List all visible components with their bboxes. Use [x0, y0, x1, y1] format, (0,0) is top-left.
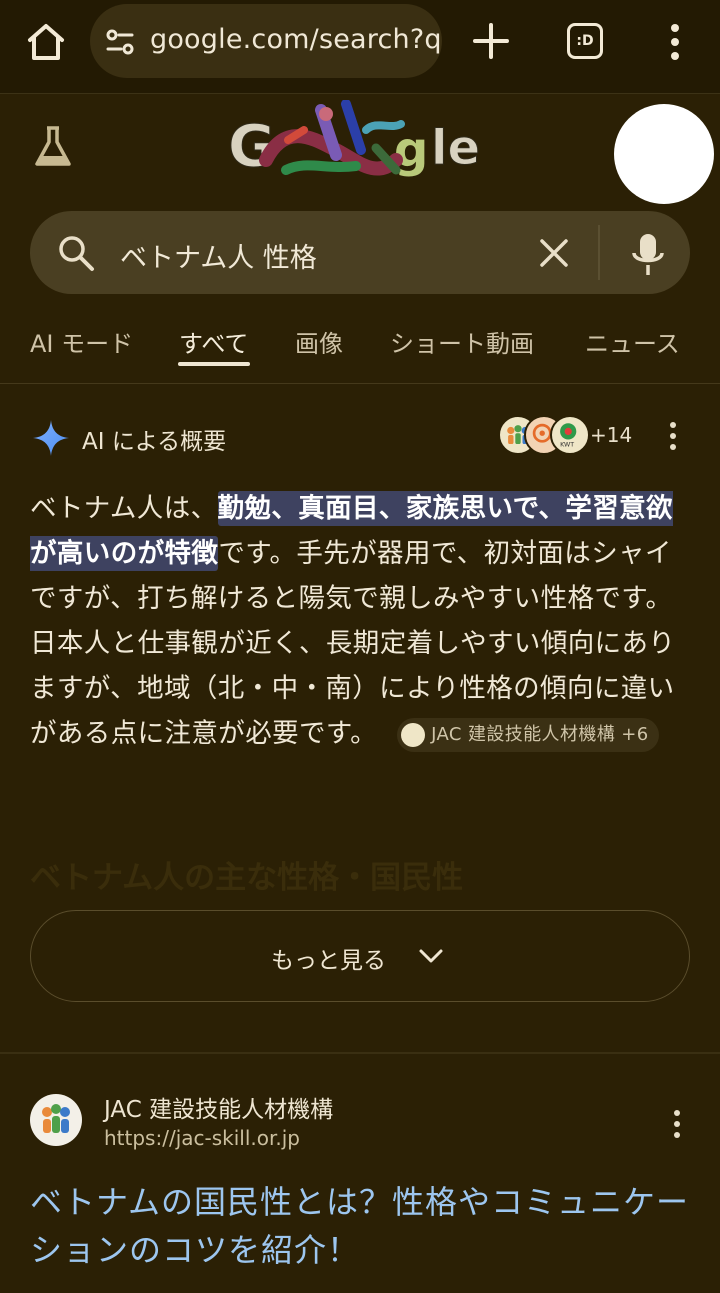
sources-count[interactable]: +14	[590, 423, 632, 447]
search-box[interactable]: ベトナム人 性格	[30, 211, 690, 294]
svg-text:KWT: KWT	[560, 442, 574, 449]
microphone-icon[interactable]	[628, 231, 668, 279]
section-divider	[0, 1052, 720, 1054]
browser-menu-icon[interactable]	[663, 20, 687, 64]
site-settings-icon[interactable]	[104, 26, 136, 58]
citation-chip[interactable]: JAC 建設技能人材機構 +6	[397, 717, 659, 752]
svg-text:le: le	[431, 120, 480, 176]
search-divider	[598, 225, 600, 280]
ai-sparkle-icon	[33, 420, 69, 456]
citation-label: JAC 建設技能人材機構 +6	[431, 723, 649, 745]
clear-icon[interactable]	[536, 235, 572, 271]
source-icon: KWT	[550, 415, 590, 455]
ai-overview-title: AI による概要	[82, 429, 227, 455]
tab-all[interactable]: すべて	[179, 324, 248, 359]
tab-switcher-button[interactable]: :D	[567, 23, 603, 59]
result-url[interactable]: https://jac-skill.or.jp	[104, 1126, 300, 1150]
browser-toolbar: google.com/search?q :D	[0, 0, 720, 94]
result-site-name[interactable]: JAC 建設技能人材機構	[104, 1090, 333, 1124]
more-options-icon[interactable]	[664, 420, 682, 452]
show-more-label: もっと見る	[271, 948, 386, 974]
google-doodle-logo[interactable]: G le g	[226, 100, 496, 184]
citation-source-icon	[401, 722, 426, 747]
tab-images[interactable]: 画像	[295, 324, 343, 359]
ai-overview-text: ベトナム人は、勤勉、真面目、家族思いで、学習意欲が高いのが特徴です。手先が器用で…	[30, 486, 692, 756]
chevron-down-icon	[419, 949, 443, 963]
tab-short-videos[interactable]: ショート動画	[390, 324, 534, 359]
search-input[interactable]: ベトナム人 性格	[120, 236, 317, 275]
home-icon[interactable]	[22, 18, 70, 66]
ai-text-lead: ベトナム人は、	[30, 493, 218, 524]
url-text: google.com/search?q	[150, 24, 442, 55]
source-icons[interactable]: KWT	[498, 415, 590, 457]
address-bar[interactable]: google.com/search?q	[90, 4, 442, 78]
tab-ai-mode[interactable]: AI モード	[30, 324, 133, 359]
account-avatar[interactable]	[614, 104, 714, 204]
search-icon	[59, 236, 94, 271]
result-favicon[interactable]	[30, 1094, 82, 1146]
result-options-icon[interactable]	[668, 1108, 686, 1140]
result-title-link[interactable]: ベトナムの国民性とは？性格やコミュニケーションのコツを紹介！	[30, 1178, 700, 1274]
show-more-button[interactable]: もっと見る	[30, 910, 690, 1002]
active-tab-indicator	[178, 362, 250, 366]
labs-flask-icon[interactable]	[32, 124, 74, 170]
search-tabs: AI モード すべて 画像 ショート動画 ニュース	[0, 318, 720, 384]
tab-news[interactable]: ニュース	[585, 324, 680, 359]
faded-section-heading: ベトナム人の主な性格・国民性	[30, 860, 464, 896]
new-tab-icon[interactable]	[470, 20, 512, 62]
